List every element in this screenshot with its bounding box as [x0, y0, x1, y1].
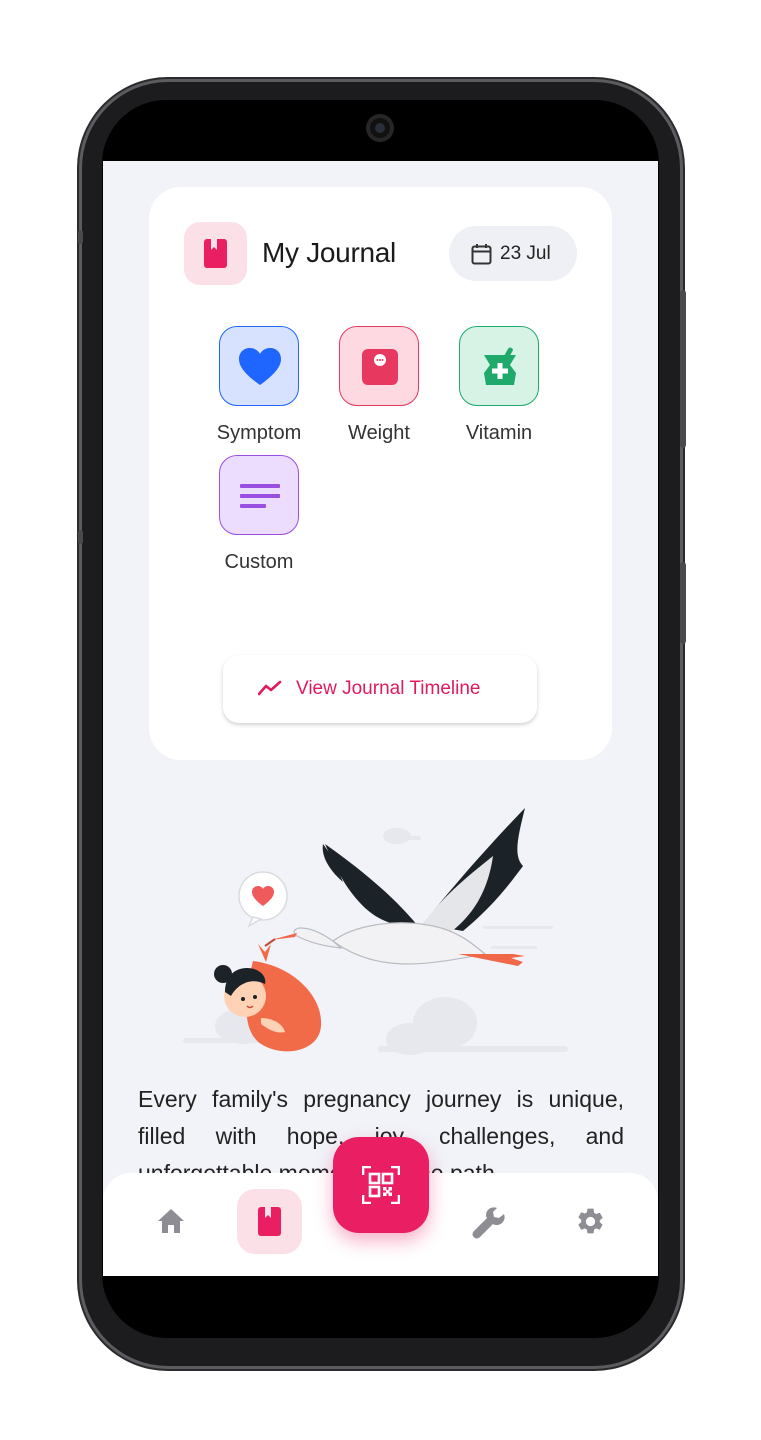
qr-scan-button[interactable]: [333, 1137, 429, 1233]
nav-home[interactable]: [138, 1189, 203, 1254]
journal-icon: [258, 1207, 281, 1236]
journal-icon: [184, 222, 247, 285]
weight-tile[interactable]: [339, 326, 419, 406]
nav-tools[interactable]: [455, 1189, 520, 1254]
trend-line-icon: [258, 680, 282, 696]
notes-icon: [240, 484, 280, 508]
front-camera: [366, 114, 394, 142]
pill-bottle-icon: [484, 347, 516, 385]
vitamin-label: Vitamin: [465, 422, 533, 444]
journal-title: My Journal: [262, 237, 396, 268]
nav-journal[interactable]: [237, 1189, 302, 1254]
calendar-icon: [471, 244, 492, 265]
symptom-tile[interactable]: [219, 326, 299, 406]
gear-icon: [578, 1208, 603, 1234]
symptom-label: Symptom: [216, 422, 302, 444]
date-selector[interactable]: 23 Jul: [449, 226, 577, 281]
home-icon: [158, 1209, 184, 1233]
view-journal-timeline-label: View Journal Timeline: [296, 678, 481, 699]
qr-scan-icon: [362, 1166, 400, 1204]
weight-label: Weight: [348, 422, 410, 444]
volume-button: [680, 290, 686, 448]
side-notch-top: [78, 230, 83, 244]
scale-icon: [362, 349, 398, 385]
custom-label: Custom: [224, 551, 294, 573]
side-notch-bottom: [78, 530, 83, 544]
date-label: 23 Jul: [500, 243, 551, 264]
journal-card: My Journal 23 Jul Symptom Weight Vitamin…: [149, 187, 612, 760]
wrench-icon: [472, 1207, 505, 1239]
power-button: [680, 562, 686, 644]
vitamin-tile[interactable]: [459, 326, 539, 406]
heart-icon: [239, 348, 281, 385]
app-screen: My Journal 23 Jul Symptom Weight Vitamin…: [103, 161, 658, 1276]
stork-illustration: [183, 808, 568, 1055]
nav-settings[interactable]: [558, 1189, 623, 1254]
custom-tile[interactable]: [219, 455, 299, 535]
view-journal-timeline-button[interactable]: View Journal Timeline: [223, 655, 537, 723]
